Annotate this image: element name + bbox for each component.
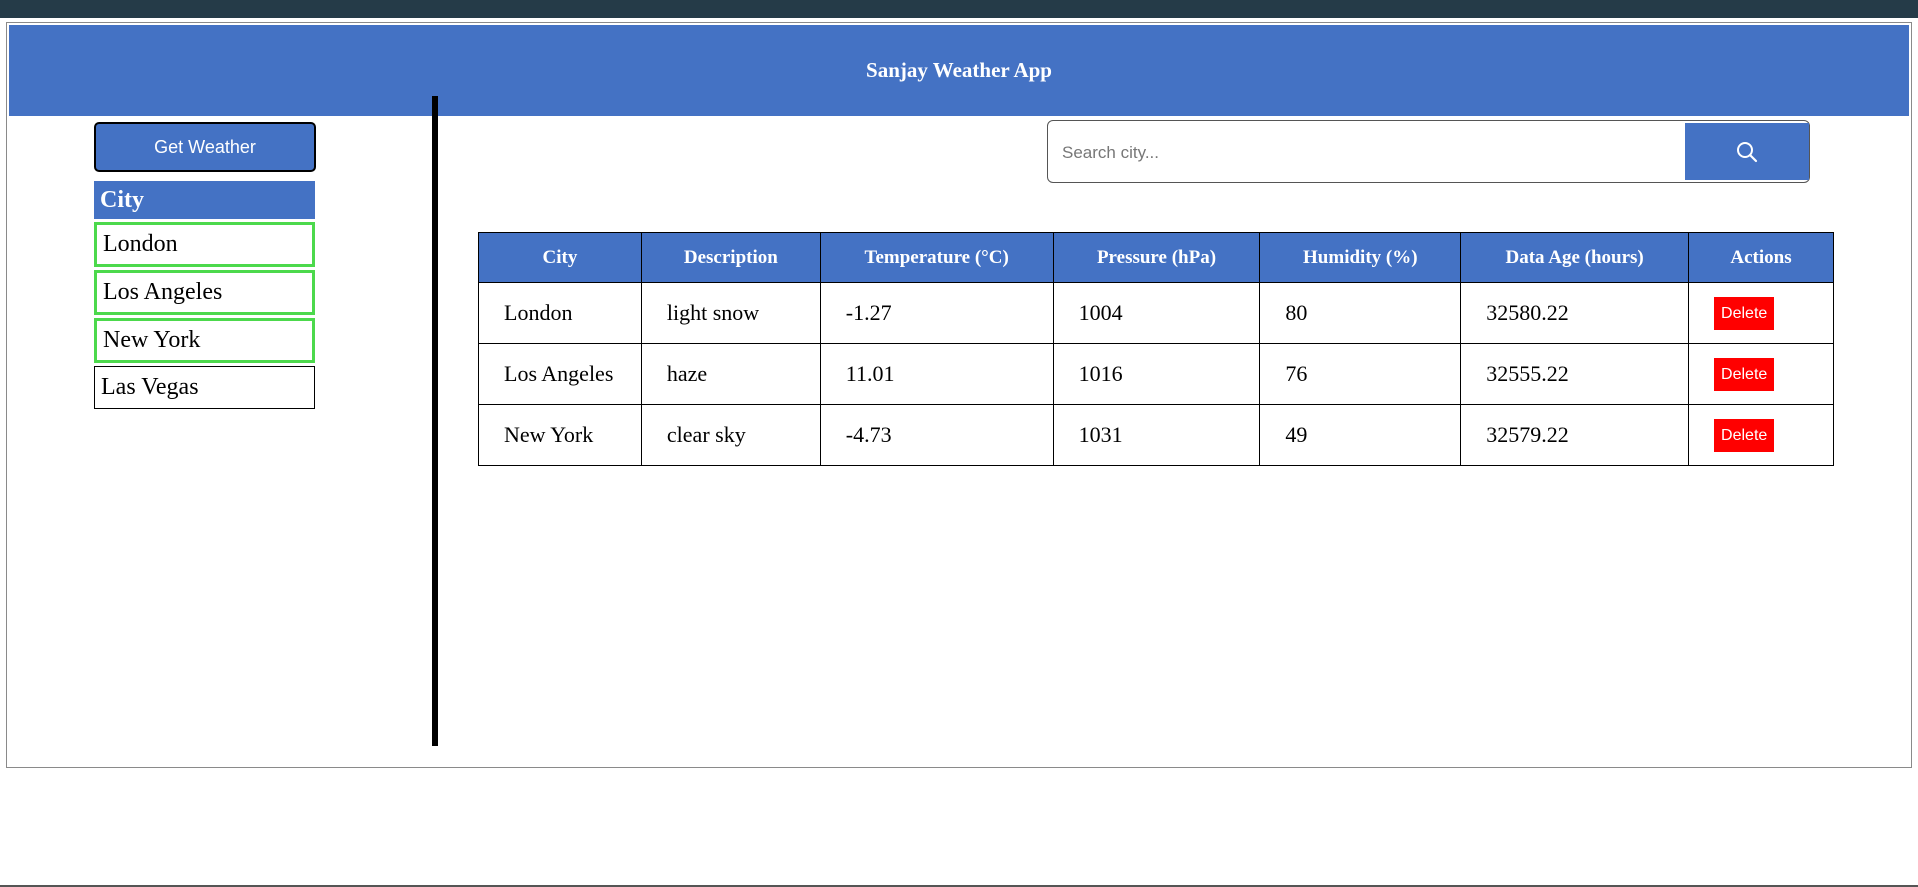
cell-pressure: 1031 <box>1052 404 1261 466</box>
app-header: Sanjay Weather App <box>9 25 1909 116</box>
city-list-header: City <box>94 181 315 219</box>
app-title: Sanjay Weather App <box>866 58 1052 82</box>
delete-button[interactable]: Delete <box>1714 296 1775 330</box>
city-item-los-angeles[interactable]: Los Angeles <box>94 270 315 315</box>
table-row: London light snow -1.27 1004 80 32580.22… <box>478 282 1834 344</box>
cell-pressure: 1004 <box>1052 282 1261 344</box>
cell-description: light snow <box>640 282 821 344</box>
cell-description: haze <box>640 343 821 405</box>
col-header-humidity: Humidity (%) <box>1259 232 1462 283</box>
cell-city: London <box>478 282 642 344</box>
cell-data-age: 32579.22 <box>1460 404 1690 466</box>
weather-table: City Description Temperature (°C) Pressu… <box>478 232 1834 466</box>
browser-toolbar <box>0 0 1918 18</box>
delete-button[interactable]: Delete <box>1714 418 1775 452</box>
cell-description: clear sky <box>640 404 821 466</box>
cell-humidity: 80 <box>1259 282 1462 344</box>
table-row: Los Angeles haze 11.01 1016 76 32555.22 … <box>478 343 1834 405</box>
cell-city: Los Angeles <box>478 343 642 405</box>
cell-data-age: 32555.22 <box>1460 343 1690 405</box>
get-weather-button[interactable]: Get Weather <box>94 122 316 172</box>
search-button[interactable] <box>1685 123 1809 180</box>
cell-actions: Delete <box>1688 282 1834 344</box>
col-header-temperature: Temperature (°C) <box>819 232 1054 283</box>
search-icon <box>1737 141 1758 162</box>
col-header-actions: Actions <box>1688 232 1834 283</box>
cell-actions: Delete <box>1688 404 1834 466</box>
table-row: New York clear sky -4.73 1031 49 32579.2… <box>478 404 1834 466</box>
cell-data-age: 32580.22 <box>1460 282 1690 344</box>
col-header-description: Description <box>640 232 821 283</box>
cell-humidity: 49 <box>1259 404 1462 466</box>
city-item-las-vegas[interactable]: Las Vegas <box>94 366 315 409</box>
city-item-london[interactable]: London <box>94 222 315 267</box>
cell-actions: Delete <box>1688 343 1834 405</box>
sidebar-divider <box>432 96 438 746</box>
col-header-city: City <box>478 232 642 283</box>
cell-temperature: -4.73 <box>819 404 1054 466</box>
cell-pressure: 1016 <box>1052 343 1261 405</box>
delete-button[interactable]: Delete <box>1714 357 1775 391</box>
col-header-data-age: Data Age (hours) <box>1460 232 1690 283</box>
city-list: London Los Angeles New York Las Vegas <box>94 222 315 412</box>
cell-city: New York <box>478 404 642 466</box>
city-item-new-york[interactable]: New York <box>94 318 315 363</box>
cell-humidity: 76 <box>1259 343 1462 405</box>
search-input[interactable] <box>1060 121 1664 184</box>
cell-temperature: 11.01 <box>819 343 1054 405</box>
col-header-pressure: Pressure (hPa) <box>1052 232 1261 283</box>
search-box <box>1047 120 1810 184</box>
cell-temperature: -1.27 <box>819 282 1054 344</box>
table-header-row: City Description Temperature (°C) Pressu… <box>478 232 1834 283</box>
